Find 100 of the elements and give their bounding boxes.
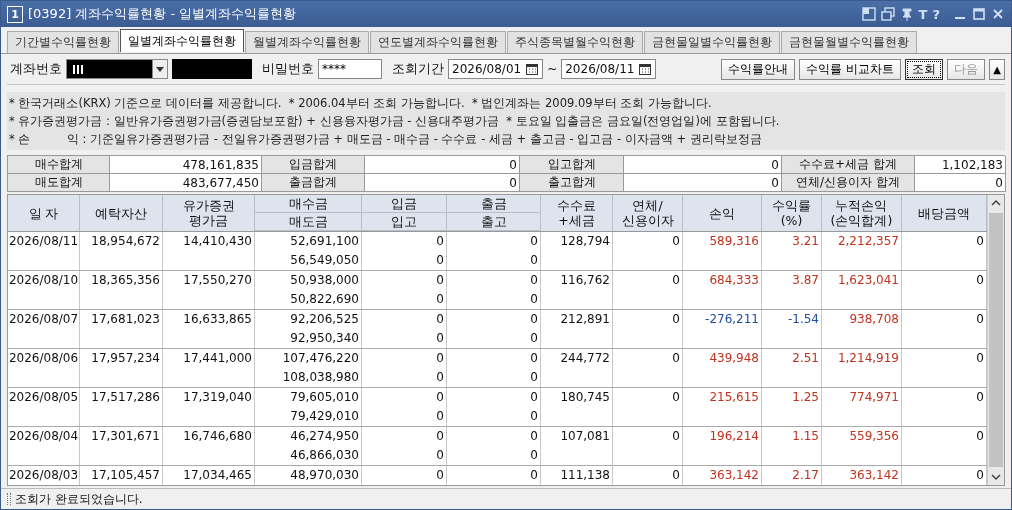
pin-icon[interactable] — [899, 7, 914, 21]
table-cell-text: 56,549,050 — [290, 252, 359, 269]
close-icon[interactable] — [991, 7, 1005, 21]
table-cell-text: 50,938,000 — [290, 272, 359, 289]
table-cell-text: 559,356 — [849, 428, 899, 445]
table-cell-text: 17,517,286 — [91, 389, 160, 406]
table-cell-text: 17,105,457 — [91, 467, 160, 484]
table-cell-text: 17,301,671 — [91, 428, 160, 445]
calendar-icon[interactable] — [638, 62, 653, 76]
tab[interactable]: 일별계좌수익률현황 — [120, 29, 244, 52]
table-cell-text: 18,954,672 — [91, 233, 160, 250]
note-text: * 유가증권평가금 : 일반유가증권평가금(증권담보포함) + 신용융자평가금 - 신용대주평가금 * 토요일 입출금은 금요일(전영업일)에 포함됩니다. — [9, 113, 781, 129]
summary-value: 0 — [365, 156, 520, 174]
table-cell-text: 0 — [530, 467, 538, 484]
query-button[interactable]: 수익률안내 — [721, 58, 796, 80]
tab[interactable]: 월별계좌수익률현황 — [245, 31, 369, 53]
table-cell-text: 2026/08/06 — [8, 350, 79, 367]
table-cell-text: 108,038,980 — [282, 369, 359, 386]
table-cell-text: 17,957,234 — [91, 350, 160, 367]
table-cell-text: 2026/08/11 — [8, 233, 79, 250]
table-cell-text: 363,142 — [709, 467, 759, 484]
table-cell-text: 0 — [436, 467, 444, 484]
summary-label: 출금합계 — [262, 174, 365, 192]
date-separator: ~ — [547, 62, 558, 76]
table-cell-text: 111,138 — [560, 467, 610, 484]
start-date-field[interactable]: 2026/08/01 — [448, 59, 544, 79]
tab[interactable]: 주식종목별월수익현황 — [507, 31, 643, 53]
query-button[interactable]: 수익률 비교차트 — [799, 58, 902, 80]
column-header: 일 자 — [8, 195, 80, 231]
table-cell-text: 0 — [436, 350, 444, 367]
table-cell-text: 0 — [976, 350, 984, 367]
table-cell-text: 14,410,430 — [183, 233, 252, 250]
summary-value: 1,102,183 — [915, 156, 1006, 174]
table-cell-text: 212,891 — [560, 311, 610, 328]
table-cell-text: 3.87 — [792, 272, 819, 289]
table-cell-text: 107,476,220 — [282, 350, 359, 367]
table-cell-text: 0 — [672, 389, 680, 406]
column-header: 매도금 — [255, 213, 362, 231]
table-cell-text: 46,866,030 — [290, 447, 359, 464]
table-cell-text: 0 — [436, 233, 444, 250]
tab[interactable]: 기간별수익률현황 — [7, 31, 119, 53]
column-header: 손익 — [683, 195, 762, 231]
table-cell-text: 48,970,030 — [290, 467, 359, 484]
table-cell-text: 684,333 — [709, 272, 759, 289]
table-cell-text: 1,623,041 — [837, 272, 899, 289]
table-cell-text: 17,550,270 — [183, 272, 252, 289]
caret-icon[interactable] — [152, 60, 167, 78]
table-cell-text: 107,081 — [560, 428, 610, 445]
table-cell-text: 0 — [436, 369, 444, 386]
table-cell-text: 2.17 — [792, 467, 819, 484]
column-header: 입고 — [362, 213, 447, 231]
table-cell-text: 128,794 — [560, 233, 610, 250]
end-date-field[interactable]: 2026/08/11 — [561, 59, 657, 79]
summary-label: 수수료+세금 합계 — [782, 156, 915, 174]
column-header: 누적손익 (손익합계) — [822, 195, 902, 231]
scroll-thumb[interactable] — [989, 213, 1003, 467]
table-cell-text: 0 — [672, 350, 680, 367]
table-cell-text: 0 — [436, 428, 444, 445]
tab[interactable]: 금현물월별수익률현황 — [781, 31, 917, 53]
window-layout-icon[interactable] — [861, 7, 876, 21]
summary-value: 0 — [624, 174, 782, 192]
column-header: 연체/ 신용이자 — [613, 195, 683, 231]
column-header: 예탁자산 — [80, 195, 163, 231]
table-cell-text: 2026/08/10 — [8, 272, 79, 289]
scrollbar[interactable] — [987, 195, 1004, 485]
duplicate-window-icon[interactable] — [880, 7, 895, 21]
table-cell-text: 0 — [672, 467, 680, 484]
table-cell-text: 2026/08/04 — [8, 428, 79, 445]
summary-label: 입금합계 — [262, 156, 365, 174]
table-cell-text: 589,316 — [709, 233, 759, 250]
table-cell-text: 0 — [672, 233, 680, 250]
column-header: 출고 — [447, 213, 541, 231]
table-cell-text: 79,429,010 — [290, 408, 359, 425]
account-label: 계좌번호 — [10, 60, 62, 78]
table-cell-text: 2026/08/05 — [8, 389, 79, 406]
title-bar-button[interactable]: ? — [932, 6, 940, 22]
table-cell-text: 46,274,950 — [290, 428, 359, 445]
table-cell-text: 215,615 — [709, 389, 759, 406]
title-bar-button[interactable]: T — [918, 6, 928, 22]
tab[interactable]: 연도별계좌수익률현황 — [370, 31, 506, 53]
summary-label: 입고합계 — [520, 156, 624, 174]
password-field[interactable]: **** — [318, 59, 382, 79]
collapse-button[interactable]: ▲ — [989, 58, 1005, 80]
table-cell-text: 0 — [436, 330, 444, 347]
table-cell-text: 0 — [530, 369, 538, 386]
table-cell-text: 2026/08/03 — [8, 467, 79, 484]
table-cell-text: 0 — [436, 252, 444, 269]
table-cell-text: 0 — [530, 389, 538, 406]
account-select[interactable] — [66, 59, 168, 79]
summary-value: 478,161,835 — [110, 156, 262, 174]
table-cell-text: 0 — [530, 408, 538, 425]
table-cell-text: 17,441,000 — [183, 350, 252, 367]
table-cell-text: 0 — [436, 408, 444, 425]
summary-label: 연체/신용이자 합계 — [782, 174, 915, 192]
tab[interactable]: 금현물일별수익률현황 — [644, 31, 780, 53]
calendar-icon[interactable] — [525, 62, 540, 76]
column-header: 매수금 — [255, 195, 362, 213]
maximize-icon[interactable] — [972, 7, 986, 21]
table-cell-text: -276,211 — [705, 311, 759, 328]
query-button[interactable]: 조회 — [905, 58, 944, 80]
